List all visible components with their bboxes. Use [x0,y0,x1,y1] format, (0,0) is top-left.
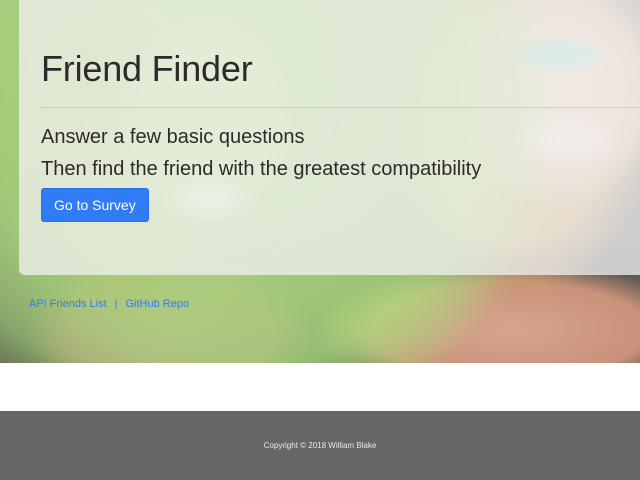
page-title: Friend Finder [41,48,253,89]
jumbotron: Friend Finder Answer a few basic questio… [19,0,640,275]
footer-copyright: Copyright © 2018 William Blake [263,441,377,450]
links-row: API Friends List | GitHub Repo [29,298,189,310]
github-repo-link[interactable]: GitHub Repo [126,298,190,310]
lead-text-line-1: Answer a few basic questions [41,126,305,148]
link-separator: | [114,298,118,310]
api-friends-list-link[interactable]: API Friends List [29,298,107,310]
divider [41,107,640,108]
lead-text-line-2: Then find the friend with the greatest c… [41,158,482,180]
go-to-survey-button[interactable]: Go to Survey [41,188,149,222]
